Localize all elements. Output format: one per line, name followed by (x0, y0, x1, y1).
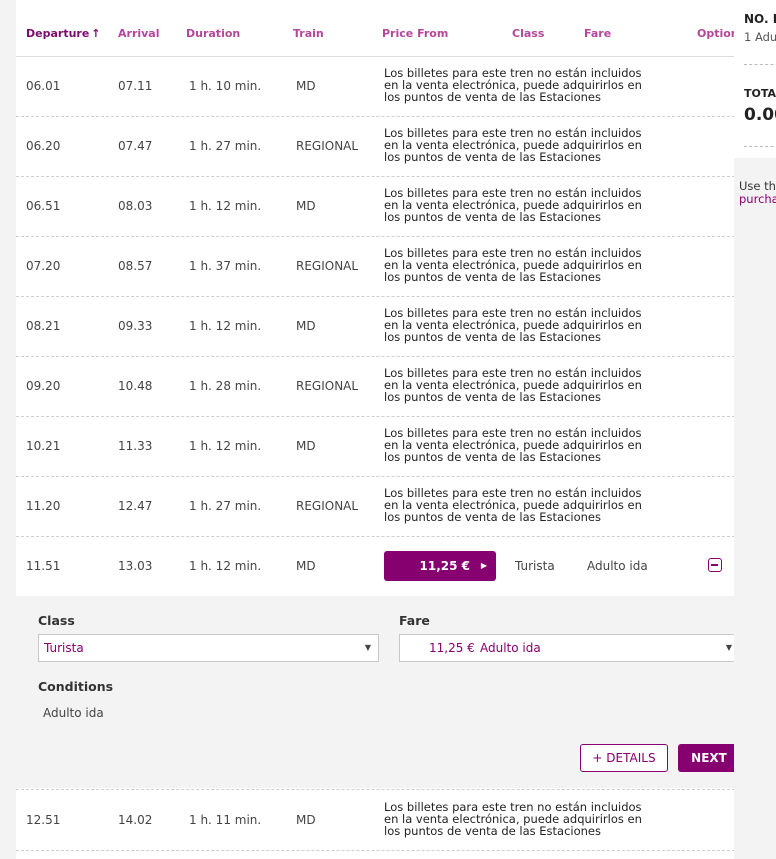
price-button[interactable]: 11,25 € ▶ (384, 551, 496, 581)
train-row-selected[interactable]: 11.51 13.03 1 h. 12 min. MD 11,25 € ▶ Tu… (16, 536, 750, 597)
collapse-icon[interactable] (708, 558, 722, 572)
train-type: REGIONAL (296, 499, 359, 513)
dropdown-arrow-icon: ▼ (725, 643, 732, 652)
departure-time: 07.20 (26, 259, 61, 273)
class-value: Turista (515, 559, 555, 573)
arrival-time: 08.03 (118, 199, 153, 213)
train-type: MD (296, 439, 316, 453)
train-row[interactable]: 12.51 14.02 1 h. 11 min. MD Los billetes… (16, 789, 750, 851)
column-header-arrival[interactable]: Arrival (118, 27, 160, 40)
arrival-time: 12.47 (118, 499, 153, 513)
train-type: REGIONAL (296, 259, 359, 273)
departure-time: 10.21 (26, 439, 61, 453)
not-available-notice: Los billetes para este tren no están inc… (384, 66, 642, 104)
train-row[interactable]: 06.51 08.03 1 h. 12 min. MD Los billetes… (16, 176, 750, 237)
passengers-value: 1 Adu (744, 30, 776, 44)
sort-ascending-icon: ↑ (91, 27, 101, 40)
not-available-notice: Los billetes para este tren no están inc… (384, 486, 642, 524)
fare-selection-panel: Class Turista ▼ Fare 11,25 € Adulto ida … (16, 596, 750, 788)
class-select[interactable]: Turista ▼ (38, 634, 379, 662)
train-row[interactable]: 06.01 07.11 1 h. 10 min. MD Los billetes… (16, 56, 750, 117)
not-available-notice: Los billetes para este tren no están inc… (384, 186, 642, 224)
conditions-label: Conditions (38, 679, 114, 694)
divider (744, 146, 776, 147)
train-type: REGIONAL (296, 379, 359, 393)
departure-time: 12.51 (26, 813, 61, 827)
trip-duration: 1 h. 11 min. (189, 813, 262, 827)
train-type: MD (296, 79, 316, 93)
train-row[interactable]: 08.21 09.33 1 h. 12 min. MD Los billetes… (16, 296, 750, 357)
column-header-fare[interactable]: Fare (584, 27, 611, 40)
fare-select-price: 11,25 € (429, 641, 475, 655)
trip-duration: 1 h. 28 min. (189, 379, 262, 393)
arrival-time: 11.33 (118, 439, 153, 453)
class-label: Class (38, 613, 75, 628)
trip-duration: 1 h. 27 min. (189, 139, 262, 153)
arrival-time: 08.57 (118, 259, 153, 273)
arrival-time: 07.47 (118, 139, 153, 153)
not-available-notice: Los billetes para este tren no están inc… (384, 126, 642, 164)
departure-time: 08.21 (26, 319, 61, 333)
not-available-notice: Los billetes para este tren no están inc… (384, 366, 642, 404)
column-header-duration[interactable]: Duration (186, 27, 240, 40)
trip-duration: 1 h. 10 min. (189, 79, 262, 93)
details-button[interactable]: + DETAILS (580, 744, 668, 772)
column-header-class[interactable]: Class (512, 27, 544, 40)
trip-duration: 1 h. 12 min. (189, 199, 262, 213)
not-available-notice: Los billetes para este tren no están inc… (384, 426, 642, 464)
train-row[interactable]: 09.20 10.48 1 h. 28 min. REGIONAL Los bi… (16, 356, 750, 417)
column-header-departure[interactable]: Departure ↑ (26, 27, 101, 40)
train-row[interactable]: 11.20 12.47 1 h. 27 min. REGIONAL Los bi… (16, 476, 750, 537)
not-available-notice: Los billetes para este tren no están inc… (384, 306, 642, 344)
train-row[interactable]: 06.20 07.47 1 h. 27 min. REGIONAL Los bi… (16, 116, 750, 177)
train-type: MD (296, 199, 316, 213)
total-value: 0.00 (744, 105, 776, 125)
arrival-time: 10.48 (118, 379, 153, 393)
departure-time: 11.51 (26, 559, 61, 573)
caret-right-icon: ▶ (480, 561, 487, 570)
total-label: TOTAL (744, 87, 776, 100)
price-value: 11,25 € (419, 559, 470, 573)
trip-summary-card: NO. P 1 Adu TOTAL 0.00 (734, 0, 776, 159)
train-type: REGIONAL (296, 139, 359, 153)
class-select-value: Turista (44, 641, 84, 655)
train-row[interactable]: 10.21 11.33 1 h. 12 min. MD Los billetes… (16, 416, 750, 477)
train-type: MD (296, 813, 316, 827)
column-header-train[interactable]: Train (293, 27, 324, 40)
train-type: MD (296, 559, 316, 573)
arrival-time: 07.11 (118, 79, 153, 93)
purchase-link[interactable]: purcha (739, 192, 776, 206)
departure-time: 09.20 (26, 379, 61, 393)
not-available-notice: Los billetes para este tren no están inc… (384, 246, 642, 284)
arrival-time: 14.02 (118, 813, 153, 827)
train-row[interactable]: 07.20 08.57 1 h. 37 min. REGIONAL Los bi… (16, 236, 750, 297)
fare-select[interactable]: 11,25 € Adulto ida ▼ (399, 634, 740, 662)
conditions-value: Adulto ida (43, 706, 104, 720)
arrival-time: 13.03 (118, 559, 153, 573)
hint-text: Use th (739, 179, 776, 193)
fare-value: Adulto ida (587, 559, 648, 573)
column-header-price-from[interactable]: Price From (382, 27, 448, 40)
trip-duration: 1 h. 37 min. (189, 259, 262, 273)
departure-time: 06.01 (26, 79, 61, 93)
trip-duration: 1 h. 12 min. (189, 319, 262, 333)
dropdown-arrow-icon: ▼ (364, 643, 371, 652)
departure-time: 06.20 (26, 139, 61, 153)
summary-hint-area: Use th purcha (734, 158, 776, 859)
arrival-time: 09.33 (118, 319, 153, 333)
trip-duration: 1 h. 12 min. (189, 559, 262, 573)
train-results-panel: Departure ↑ Arrival Duration Train Price … (16, 0, 750, 859)
passengers-label: NO. P (744, 12, 776, 26)
departure-time: 06.51 (26, 199, 61, 213)
divider (744, 64, 776, 65)
departure-time: 11.20 (26, 499, 61, 513)
trip-duration: 1 h. 27 min. (189, 499, 262, 513)
trip-duration: 1 h. 12 min. (189, 439, 262, 453)
fare-label: Fare (399, 613, 430, 628)
train-type: MD (296, 319, 316, 333)
next-button[interactable]: NEXT (678, 744, 740, 772)
not-available-notice: Los billetes para este tren no están inc… (384, 800, 642, 838)
fare-select-value: Adulto ida (480, 641, 541, 655)
results-table-header: Departure ↑ Arrival Duration Train Price … (16, 0, 750, 57)
